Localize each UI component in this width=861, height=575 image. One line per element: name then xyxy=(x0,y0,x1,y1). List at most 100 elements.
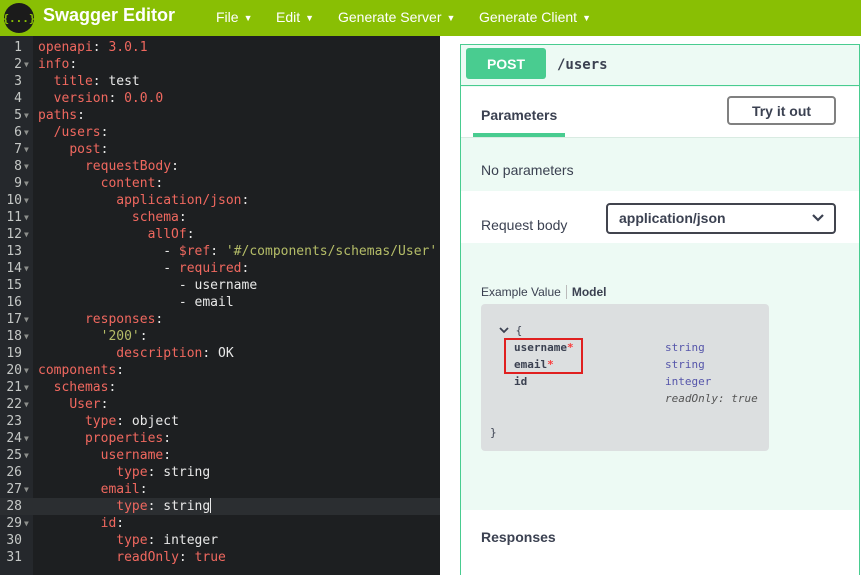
code-line[interactable]: 9 ▼ content: xyxy=(0,175,440,192)
code-text: properties: xyxy=(38,430,171,447)
code-token: : OK xyxy=(202,346,234,361)
yaml-editor[interactable]: 1 openapi: 3.0.1 2 ▼ info: 3 title: test 4 ver… xyxy=(0,36,440,575)
code-line[interactable]: 22 ▼ User: xyxy=(0,396,440,413)
code-token: : xyxy=(241,261,250,276)
fold-toggle-icon[interactable]: ▼ xyxy=(24,379,29,396)
fold-toggle-icon[interactable]: ▼ xyxy=(24,481,29,498)
code-text: description: OK xyxy=(38,345,234,362)
fold-toggle-icon[interactable]: ▼ xyxy=(24,56,29,73)
menu-generate-client[interactable]: Generate Client ▼ xyxy=(479,9,591,25)
code-line[interactable]: 28 type: string xyxy=(0,498,440,515)
code-token: email xyxy=(100,482,140,497)
code-token: : xyxy=(77,108,85,123)
code-token: : string xyxy=(147,465,211,480)
line-number: 25 xyxy=(6,448,22,463)
fold-toggle-icon[interactable]: ▼ xyxy=(24,260,29,277)
fold-toggle-icon[interactable]: ▼ xyxy=(24,515,29,532)
code-line[interactable]: 17 ▼ responses: xyxy=(0,311,440,328)
tab-model[interactable]: Model xyxy=(572,285,607,299)
line-number: 21 xyxy=(6,380,22,395)
fold-toggle-icon[interactable]: ▼ xyxy=(24,175,29,192)
fold-toggle-icon[interactable]: ▼ xyxy=(24,396,29,413)
code-line[interactable]: 2 ▼ info: xyxy=(0,56,440,73)
tab-example-value[interactable]: Example Value xyxy=(481,285,561,299)
code-line[interactable]: 11 ▼ schema: xyxy=(0,209,440,226)
chevron-down-icon xyxy=(499,327,509,334)
line-number: 9 xyxy=(14,176,22,191)
fold-toggle-icon[interactable]: ▼ xyxy=(24,430,29,447)
fold-toggle-icon[interactable]: ▼ xyxy=(24,209,29,226)
fold-toggle-icon[interactable]: ▼ xyxy=(24,124,29,141)
code-line[interactable]: 4 version: 0.0.0 xyxy=(0,90,440,107)
request-body-header: Request body application/json xyxy=(461,191,859,243)
code-line[interactable]: 30 type: integer xyxy=(0,532,440,549)
code-line[interactable]: 27 ▼ email: xyxy=(0,481,440,498)
fold-toggle-icon[interactable]: ▼ xyxy=(24,107,29,124)
tab-parameters[interactable]: Parameters xyxy=(481,107,557,123)
line-number: 22 xyxy=(6,397,22,412)
code-line[interactable]: 14 ▼ - required: xyxy=(0,260,440,277)
tab-separator xyxy=(565,285,567,299)
code-line[interactable]: 25 ▼ username: xyxy=(0,447,440,464)
code-line[interactable]: 31 readOnly: true xyxy=(0,549,440,566)
code-token: : xyxy=(155,312,164,327)
menu-edit[interactable]: Edit ▼ xyxy=(276,9,314,25)
property-readonly-note: readOnly: true xyxy=(665,392,758,405)
code-text: title: test xyxy=(38,73,140,90)
code-line[interactable]: 26 type: string xyxy=(0,464,440,481)
code-line[interactable]: 3 title: test xyxy=(0,73,440,90)
fold-toggle-icon[interactable]: ▼ xyxy=(24,141,29,158)
code-line[interactable]: 1 openapi: 3.0.1 xyxy=(0,39,440,56)
fold-toggle-icon[interactable]: ▼ xyxy=(24,158,29,175)
try-it-out-button[interactable]: Try it out xyxy=(727,96,836,125)
menu-generate-server-label: Generate Server xyxy=(338,9,442,25)
fold-toggle-icon[interactable]: ▼ xyxy=(24,328,29,345)
code-line[interactable]: 6 ▼ /users: xyxy=(0,124,440,141)
fold-toggle-icon[interactable]: ▼ xyxy=(24,311,29,328)
code-token: components xyxy=(38,363,117,378)
code-token: : xyxy=(92,40,109,55)
code-line[interactable]: 24 ▼ properties: xyxy=(0,430,440,447)
code-line[interactable]: 8 ▼ requestBody: xyxy=(0,158,440,175)
line-number: 2 xyxy=(14,57,22,72)
model-toggle[interactable]: { xyxy=(499,324,522,337)
tab-underline xyxy=(473,133,565,137)
code-line[interactable]: 7 ▼ post: xyxy=(0,141,440,158)
fold-toggle-icon[interactable]: ▼ xyxy=(24,447,29,464)
fold-toggle-icon[interactable]: ▼ xyxy=(24,192,29,209)
no-parameters-text: No parameters xyxy=(481,162,574,178)
code-token: readOnly xyxy=(116,550,179,565)
code-token: : xyxy=(69,57,78,72)
code-line[interactable]: 19 description: OK xyxy=(0,345,440,362)
code-line[interactable]: 20 ▼ components: xyxy=(0,362,440,379)
code-token: : test xyxy=(92,74,140,89)
content-type-select[interactable]: application/json xyxy=(606,203,836,234)
code-line[interactable]: 15 - username xyxy=(0,277,440,294)
fold-toggle-icon[interactable]: ▼ xyxy=(24,362,29,379)
menu-edit-label: Edit xyxy=(276,9,301,25)
code-line[interactable]: 13 - $ref: '#/components/schemas/User' xyxy=(0,243,440,260)
caret-down-icon: ▼ xyxy=(582,13,591,23)
code-line[interactable]: 16 - email xyxy=(0,294,440,311)
code-token: 0.0.0 xyxy=(124,91,164,106)
menu-file[interactable]: File ▼ xyxy=(216,9,252,25)
line-number: 30 xyxy=(6,533,22,548)
code-line[interactable]: 12 ▼ allOf: xyxy=(0,226,440,243)
operation-summary[interactable]: POST /users xyxy=(461,45,859,86)
code-line[interactable]: 23 type: object xyxy=(0,413,440,430)
code-line[interactable]: 18 ▼ '200': xyxy=(0,328,440,345)
code-text: post: xyxy=(38,141,108,158)
code-token: $ref xyxy=(178,244,211,259)
code-line[interactable]: 10 ▼ application/json: xyxy=(0,192,440,209)
fold-toggle-icon[interactable]: ▼ xyxy=(24,226,29,243)
menu-generate-server[interactable]: Generate Server ▼ xyxy=(338,9,455,25)
property-name: id xyxy=(514,375,528,388)
code-text: openapi: 3.0.1 xyxy=(38,39,148,56)
line-number: 28 xyxy=(6,499,22,514)
code-line[interactable]: 5 ▼ paths: xyxy=(0,107,440,124)
code-token: - xyxy=(38,244,179,259)
code-line[interactable]: 21 ▼ schemas: xyxy=(0,379,440,396)
code-line[interactable]: 29 ▼ id: xyxy=(0,515,440,532)
